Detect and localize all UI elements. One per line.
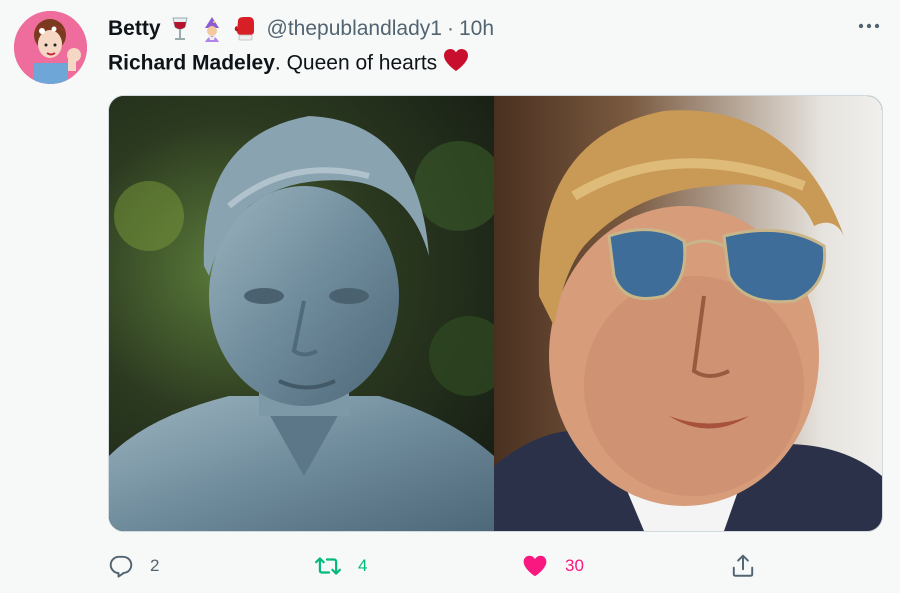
mage-icon — [199, 16, 225, 42]
reply-button[interactable]: 2 — [108, 550, 159, 582]
boxing-glove-icon — [233, 16, 257, 42]
share-button[interactable] — [730, 550, 756, 582]
avatar[interactable] — [14, 11, 87, 84]
tweet[interactable]: Betty @thepublandlady1 · 10h Richard Mad… — [0, 0, 900, 593]
man-sunglasses-photo[interactable] — [494, 96, 882, 531]
tweet-media[interactable] — [108, 95, 883, 532]
statue-photo[interactable] — [109, 96, 494, 531]
author-handle[interactable]: @thepublandlady1 — [267, 17, 442, 41]
tweet-text-bold: Richard Madeley — [108, 51, 275, 75]
like-count: 30 — [565, 556, 584, 575]
author-name[interactable]: Betty — [108, 17, 161, 41]
heart-icon — [523, 555, 547, 577]
tweet-header: Betty @thepublandlady1 · 10h — [108, 14, 494, 44]
more-icon — [858, 23, 880, 29]
tweet-actions: 2 4 30 — [108, 550, 758, 582]
share-icon — [732, 554, 754, 577]
statue-image — [109, 116, 494, 531]
avatar-image — [14, 11, 87, 84]
tweet-text-rest: . Queen of hearts — [274, 51, 438, 75]
retweet-count: 4 — [358, 556, 368, 575]
man-sunglasses-image — [494, 110, 882, 531]
reply-count: 2 — [150, 556, 160, 575]
retweet-button[interactable]: 4 — [314, 550, 367, 582]
reply-icon — [109, 555, 133, 578]
tweet-timestamp[interactable]: 10h — [459, 17, 494, 41]
retweet-icon — [315, 557, 341, 575]
separator-dot: · — [446, 17, 454, 40]
more-options-button[interactable] — [854, 14, 884, 38]
wine-glass-icon — [169, 16, 191, 42]
red-heart-icon — [443, 48, 469, 80]
like-button[interactable]: 30 — [521, 550, 584, 582]
tweet-text: Richard Madeley. Queen of hearts — [108, 48, 469, 80]
